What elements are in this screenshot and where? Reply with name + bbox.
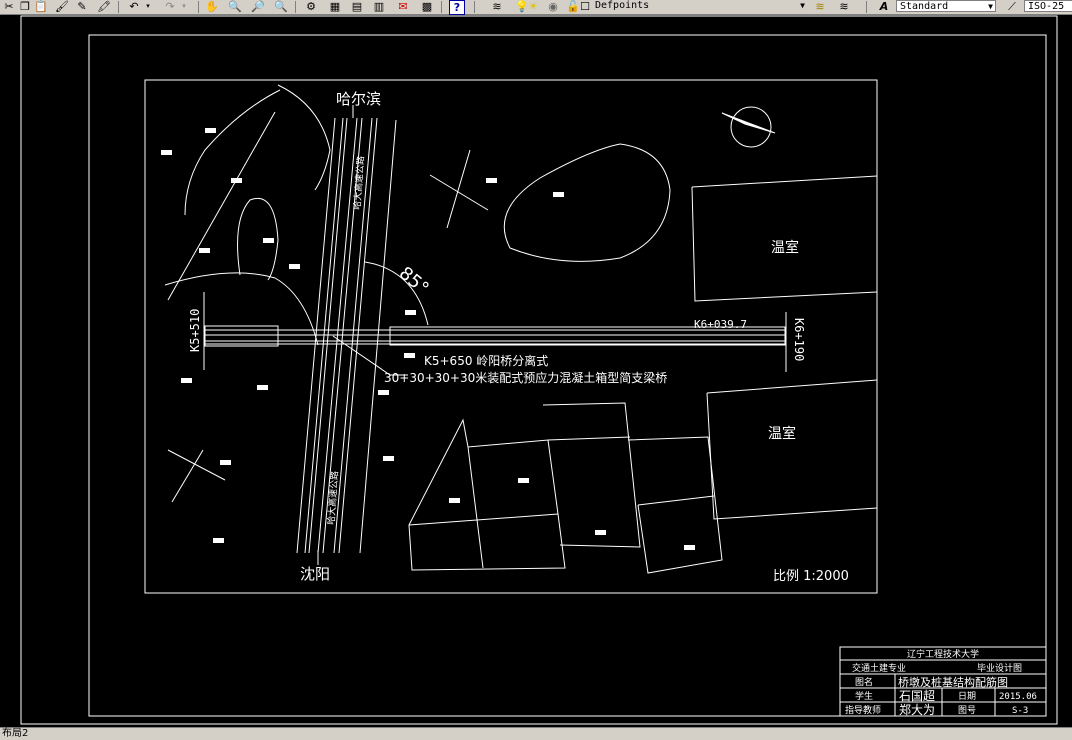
properties-icon[interactable]: ⚙ — [304, 0, 318, 13]
zoom-window-icon[interactable]: 🔎 — [251, 0, 265, 13]
layer-state-icon[interactable]: ≋ — [836, 0, 852, 13]
pencil-icon[interactable]: ✎ — [75, 0, 89, 13]
chevron-down-icon: ▼ — [988, 2, 993, 11]
layer-thaw-sun-icon[interactable]: ☀ — [528, 0, 538, 13]
tool-palettes-icon[interactable]: ▤ — [350, 0, 364, 13]
title-drawing-label: 图名 — [855, 676, 873, 688]
title-number-label: 图号 — [958, 705, 976, 716]
angle-label: 85° — [395, 263, 433, 300]
layer-combo[interactable]: Defpoints ▼ — [592, 0, 807, 12]
title-date-label: 日期 — [958, 691, 976, 702]
brush-icon[interactable]: 🖍 — [97, 0, 111, 13]
title-date: 2015.06 — [999, 692, 1037, 702]
help-icon[interactable]: ? — [449, 0, 465, 15]
text-style-icon[interactable]: A — [876, 0, 892, 13]
sheet-outer-border — [20, 15, 1058, 725]
toolbar: ✂ ❐ 📋 🖌 ✎ 🖍 ↶ ▾ ↷ ▾ ✋ 🔍 🔎 🔍 ⚙ ▦ ▤ ▥ ✉ ▩ … — [0, 0, 1072, 15]
title-design-type: 毕业设计图 — [977, 662, 1022, 674]
layer-viewport-icon[interactable]: ◉ — [548, 0, 558, 13]
south-city-label: 沈阳 — [300, 565, 330, 583]
calculator-icon[interactable]: ▩ — [420, 0, 434, 13]
layer-properties-icon[interactable]: ≋ — [490, 0, 504, 13]
layer-on-bulb-icon[interactable]: 💡 — [515, 0, 529, 13]
tab-layout2[interactable]: 布局2 — [2, 728, 28, 740]
zoom-realtime-icon[interactable]: 🔍 — [228, 0, 242, 13]
text-style-combo[interactable]: Standard ▼ — [896, 0, 996, 12]
layer-color-icon[interactable]: ☐ — [580, 0, 590, 13]
markup-icon[interactable]: ✉ — [396, 0, 410, 13]
chevron-down-icon: ▼ — [800, 1, 805, 10]
plan-viewport-frame — [144, 79, 878, 594]
bridge-name-label: K5+650 岭阳桥分离式 — [424, 353, 548, 368]
title-major: 交通土建专业 — [852, 662, 906, 674]
dim-style-combo-value: ISO-25 — [1028, 1, 1065, 12]
bridge-desc-label: 30+30+30+30米装配式预应力混凝土箱型简支梁桥 — [384, 370, 667, 385]
survey-point-markers — [161, 128, 695, 550]
layer-previous-icon[interactable]: ≋ — [812, 0, 828, 13]
greenhouse-label-2: 温室 — [768, 425, 796, 442]
title-drawing-name: 桥墩及桩基结构配筋图 — [898, 675, 1008, 689]
title-teacher-name: 郑大为 — [899, 702, 935, 717]
title-number: S-3 — [1012, 706, 1028, 716]
dim-style-icon[interactable]: ⟋ — [1004, 0, 1020, 13]
title-student-name: 石国超 — [899, 688, 935, 703]
cut-icon[interactable]: ✂ — [2, 0, 16, 13]
layer-lock-icon[interactable]: 🔓 — [566, 0, 580, 13]
layer-combo-value: Defpoints — [595, 0, 650, 11]
paste-icon[interactable]: 📋 — [34, 0, 48, 13]
redo-icon[interactable]: ↷ — [162, 0, 178, 13]
design-center-icon[interactable]: ▦ — [328, 0, 342, 13]
site-plan-linework — [164, 84, 878, 574]
road-label-lower: 哈大高速公路 — [325, 470, 341, 525]
title-student-label: 学生 — [855, 690, 873, 702]
redo-dropdown-icon[interactable]: ▾ — [180, 0, 188, 13]
copy-icon[interactable]: ❐ — [18, 0, 32, 13]
pan-icon[interactable]: ✋ — [205, 0, 219, 13]
undo-icon[interactable]: ↶ — [126, 0, 142, 13]
dim-style-combo[interactable]: ISO-25 — [1024, 0, 1072, 12]
sheet-set-icon[interactable]: ▥ — [372, 0, 386, 13]
status-bar: 布局2 — [0, 727, 1072, 740]
text-style-combo-value: Standard — [900, 1, 949, 12]
undo-dropdown-icon[interactable]: ▾ — [144, 0, 152, 13]
scale-label: 比例 1:2000 — [773, 569, 849, 584]
drawing-svg: 哈尔滨 沈阳 哈大高速公路 哈大高速公路 K5+510 K6+190 K6+03… — [20, 15, 1058, 725]
title-teacher-label: 指导教师 — [845, 704, 881, 716]
north-city-label: 哈尔滨 — [336, 90, 381, 108]
drawing-canvas[interactable]: 哈尔滨 沈阳 哈大高速公路 哈大高速公路 K5+510 K6+190 K6+03… — [0, 15, 1072, 727]
station-end-label: K6+190 — [792, 318, 806, 361]
greenhouse-label-1: 温室 — [771, 239, 799, 256]
zoom-previous-icon[interactable]: 🔍 — [274, 0, 288, 13]
station-start-label: K5+510 — [188, 309, 202, 352]
match-properties-icon[interactable]: 🖌 — [55, 0, 69, 13]
title-school: 辽宁工程技术大学 — [907, 648, 979, 660]
station-mid-label: K6+039.7 — [694, 318, 747, 331]
